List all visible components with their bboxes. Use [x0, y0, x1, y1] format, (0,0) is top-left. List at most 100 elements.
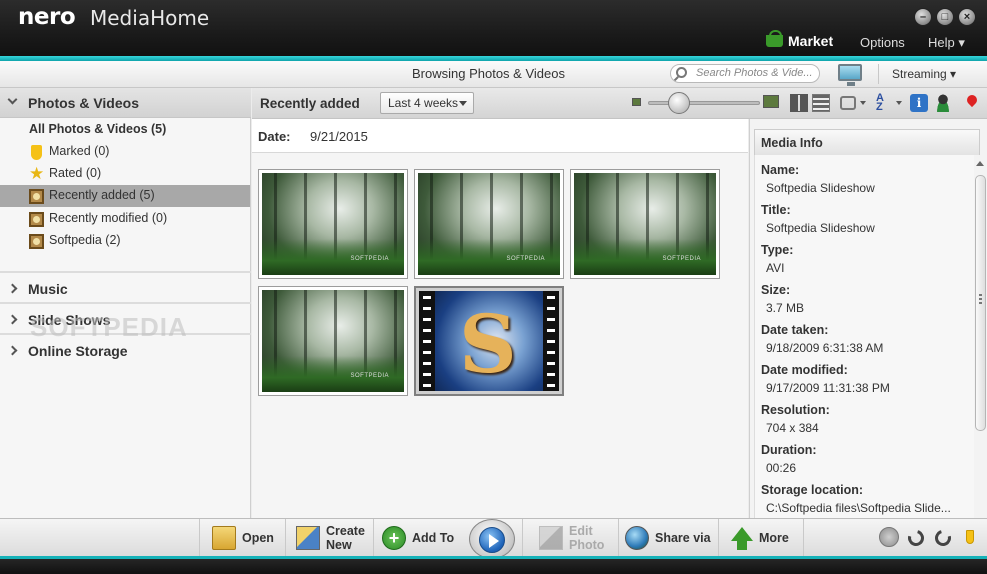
help-menu[interactable]: Help ▾: [928, 35, 965, 51]
market-label: Market: [788, 33, 834, 49]
play-button[interactable]: [469, 519, 515, 559]
sidebar-item-rated[interactable]: ★ Rated (0): [0, 163, 250, 185]
divider: [0, 271, 251, 273]
media-info-panel: Media Info Name: Softpedia Slideshow Tit…: [749, 119, 987, 518]
zoom-slider-handle[interactable]: [668, 92, 690, 114]
more-button[interactable]: More: [718, 519, 804, 557]
film-strip: [419, 291, 435, 391]
edit-photo-button[interactable]: Edit Photo: [522, 519, 618, 557]
zoom-slider[interactable]: [648, 101, 760, 105]
info-key-size: Size:: [761, 283, 791, 297]
streaming-menu[interactable]: Streaming ▾: [892, 67, 956, 81]
sidebar: Photos & Videos All Photos & Videos (5) …: [0, 88, 251, 518]
create-label-line1: Create: [326, 524, 365, 538]
folder-icon: [212, 526, 236, 550]
photo-thumbnail[interactable]: SOFTPEDIA: [570, 169, 720, 279]
photo-thumbnail[interactable]: SOFTPEDIA: [414, 169, 564, 279]
play-icon: [479, 527, 505, 553]
create-new-label: Create New: [326, 524, 365, 552]
chevron-down-icon: [459, 101, 467, 106]
photo-thumbnail[interactable]: SOFTPEDIA: [258, 169, 408, 279]
date-value: 9/21/2015: [310, 129, 368, 144]
scrollbar-thumb[interactable]: [975, 175, 986, 431]
section-photos-videos[interactable]: Photos & Videos: [0, 88, 251, 118]
accent-strip: [0, 556, 987, 559]
album-icon: [29, 189, 44, 204]
sort-icon[interactable]: AZ: [876, 93, 894, 113]
film-strip: [543, 291, 559, 391]
sidebar-item-label: Marked (0): [49, 144, 110, 158]
sidebar-item-recently-added[interactable]: Recently added (5): [0, 185, 250, 207]
breadcrumb: Browsing Photos & Videos: [412, 66, 565, 81]
section-label: Photos & Videos: [28, 95, 139, 111]
create-new-button[interactable]: Create New: [285, 519, 373, 557]
edit-photo-label: Edit Photo: [569, 524, 604, 552]
sidebar-item-softpedia[interactable]: Softpedia (2): [0, 230, 250, 252]
sidebar-item-label: Rated (0): [49, 166, 102, 180]
title-bar: nero MediaHome – □ × Market Options Help…: [0, 0, 987, 56]
scrollbar[interactable]: [974, 155, 987, 518]
info-key-date-modified: Date modified:: [761, 363, 848, 377]
album-icon: [29, 234, 44, 249]
info-value-resolution: 704 x 384: [766, 421, 819, 435]
chevron-right-icon: [7, 345, 18, 356]
photo-thumbnail[interactable]: SOFTPEDIA: [258, 286, 408, 396]
chevron-down-icon[interactable]: [896, 101, 902, 105]
divider: [878, 64, 879, 84]
search-icon: [676, 67, 687, 78]
info-value-type: AVI: [766, 261, 785, 275]
options-menu[interactable]: Options: [860, 35, 905, 50]
period-dropdown[interactable]: Last 4 weeks: [380, 92, 474, 114]
thumbnail-watermark: SOFTPEDIA: [662, 256, 701, 262]
thumbnail-watermark: SOFTPEDIA: [350, 373, 389, 379]
network-icon[interactable]: [879, 527, 899, 547]
search-placeholder: Search Photos & Vide...: [696, 67, 813, 79]
more-label: More: [759, 531, 789, 545]
thumbnail-watermark: SOFTPEDIA: [506, 256, 545, 262]
chevron-right-icon: [7, 314, 18, 325]
sidebar-item-marked[interactable]: Marked (0): [0, 141, 250, 163]
search-input[interactable]: Search Photos & Vide...: [670, 64, 820, 83]
basket-icon: [766, 30, 783, 47]
chevron-down-icon: [7, 94, 18, 105]
close-button[interactable]: ×: [958, 8, 976, 26]
location-pin-icon[interactable]: [963, 94, 981, 112]
minimize-button[interactable]: –: [914, 8, 932, 26]
sidebar-item-label: Recently modified (0): [49, 211, 168, 225]
info-key-type: Type:: [761, 243, 794, 257]
add-to-button[interactable]: + Add To: [373, 519, 461, 557]
tag-icon[interactable]: [966, 530, 974, 544]
frame-icon[interactable]: [840, 96, 856, 110]
open-button[interactable]: Open: [199, 519, 285, 557]
info-key-duration: Duration:: [761, 443, 817, 457]
info-icon[interactable]: i: [910, 94, 928, 112]
scroll-up-icon[interactable]: [976, 161, 984, 166]
header-strip: Browsing Photos & Videos Search Photos &…: [0, 61, 987, 88]
sidebar-item-recently-modified[interactable]: Recently modified (0): [0, 208, 250, 230]
edit-photo-icon: [539, 526, 563, 550]
small-thumbnail-icon: [632, 98, 641, 106]
person-icon[interactable]: [934, 94, 952, 112]
info-key-title: Title:: [761, 203, 791, 217]
info-value-date-modified: 9/17/2009 11:31:38 PM: [766, 381, 890, 395]
media-info-body: Name: Softpedia Slideshow Title: Softped…: [754, 155, 974, 518]
list-view-icon[interactable]: [812, 94, 830, 112]
sidebar-item-all[interactable]: All Photos & Videos (5): [0, 119, 250, 141]
market-menu[interactable]: Market: [766, 30, 834, 49]
video-thumbnail-selected[interactable]: S: [414, 286, 564, 396]
create-label-line2: New: [326, 538, 352, 552]
chevron-down-icon[interactable]: [860, 101, 866, 105]
monitor-icon[interactable]: [838, 64, 862, 86]
share-via-button[interactable]: Share via: [618, 519, 718, 557]
info-value-size: 3.7 MB: [766, 301, 805, 315]
media-grid: Date: 9/21/2015 SOFTPEDIA SOFTPEDIA SOFT…: [252, 119, 748, 518]
softpedia-s-logo: S: [459, 297, 517, 391]
section-music[interactable]: Music: [0, 274, 251, 304]
maximize-button[interactable]: □: [936, 8, 954, 26]
info-value-title: Softpedia Slideshow: [766, 221, 875, 235]
media-info-title: Media Info: [754, 129, 980, 155]
plus-icon: +: [382, 526, 406, 550]
period-value: Last 4 weeks: [388, 96, 459, 110]
grid-view-icon[interactable]: [790, 94, 808, 112]
info-key-name: Name:: [761, 163, 800, 177]
